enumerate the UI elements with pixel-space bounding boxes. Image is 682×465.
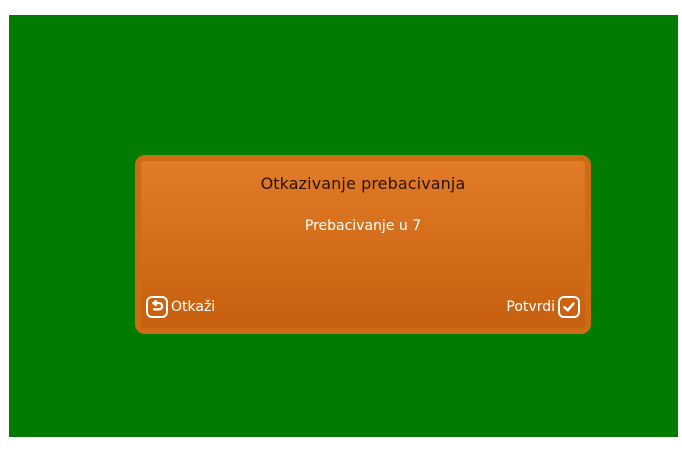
confirm-button[interactable]: Potvrdi xyxy=(506,294,580,320)
confirm-button-label: Potvrdi xyxy=(506,299,555,315)
cancel-switch-dialog: Otkazivanje prebacivanja Prebacivanje u … xyxy=(135,155,591,334)
dialog-title: Otkazivanje prebacivanja xyxy=(260,174,466,193)
back-arrow-icon xyxy=(146,296,168,318)
checkmark-icon xyxy=(558,296,580,318)
game-background: Otkazivanje prebacivanja Prebacivanje u … xyxy=(9,15,678,437)
dialog-message: Prebacivanje u 7 xyxy=(304,218,422,234)
cancel-button-label: Otkaži xyxy=(171,299,216,315)
cancel-button[interactable]: Otkaži xyxy=(146,294,215,320)
